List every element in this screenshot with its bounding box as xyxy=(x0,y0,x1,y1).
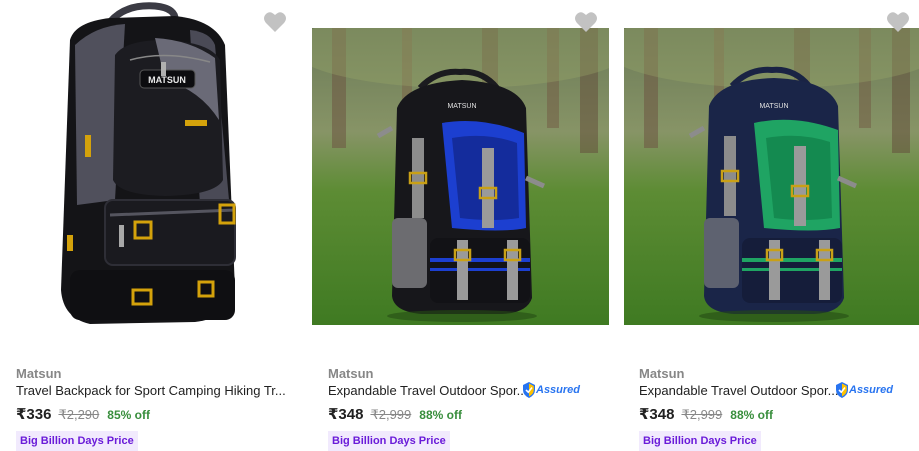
discount-percent: 85% off xyxy=(107,408,150,422)
original-price: ₹2,999 xyxy=(370,407,412,422)
bag-logo-text: MATSUN xyxy=(148,75,186,85)
offer-badge: Big Billion Days Price xyxy=(16,431,138,451)
product-brand: Matsun xyxy=(639,366,685,381)
product-brand: Matsun xyxy=(328,366,374,381)
assured-badge: Assured xyxy=(522,382,580,398)
product-card[interactable]: MATSUN Matsun Expandable Travel Outdoor … xyxy=(312,0,612,451)
product-image[interactable]: MATSUN xyxy=(624,0,919,350)
price-row: ₹336 ₹2,290 85% off xyxy=(16,405,150,423)
product-image[interactable]: MATSUN xyxy=(15,0,285,350)
price-row: ₹348 ₹2,999 88% off xyxy=(328,405,462,423)
original-price: ₹2,290 xyxy=(58,407,100,422)
heart-icon[interactable] xyxy=(886,11,910,33)
price-row: ₹348 ₹2,999 88% off xyxy=(639,405,773,423)
offer-badge: Big Billion Days Price xyxy=(328,431,450,451)
product-photo: MATSUN xyxy=(624,28,919,325)
bag-logo-text: MATSUN xyxy=(447,103,476,110)
product-image[interactable]: MATSUN xyxy=(312,0,612,350)
product-title[interactable]: Travel Backpack for Sport Camping Hiking… xyxy=(16,383,286,398)
bag-logo-text: MATSUN xyxy=(759,103,788,110)
discount-percent: 88% off xyxy=(419,408,462,422)
heart-icon[interactable] xyxy=(263,11,287,33)
selling-price: ₹348 xyxy=(328,406,364,423)
product-brand: Matsun xyxy=(16,366,62,381)
offer-badge: Big Billion Days Price xyxy=(639,431,761,451)
original-price: ₹2,999 xyxy=(681,407,723,422)
product-card[interactable]: MATSUN Matsun Expandable Travel Outdoor … xyxy=(624,0,919,451)
shield-check-icon xyxy=(523,382,535,398)
assured-label: Assured xyxy=(849,384,894,396)
assured-badge: Assured xyxy=(835,382,893,398)
product-title[interactable]: Expandable Travel Outdoor Spor... xyxy=(639,383,838,398)
heart-icon[interactable] xyxy=(574,11,598,33)
product-title[interactable]: Expandable Travel Outdoor Spor... xyxy=(328,383,527,398)
product-photo: MATSUN xyxy=(312,28,609,325)
shield-check-icon xyxy=(836,382,848,398)
selling-price: ₹348 xyxy=(639,406,675,423)
discount-percent: 88% off xyxy=(730,408,773,422)
assured-label: Assured xyxy=(536,384,581,396)
selling-price: ₹336 xyxy=(16,406,52,423)
product-card[interactable]: MATSUN Matsun Travel Backpack for Sport … xyxy=(0,0,300,451)
